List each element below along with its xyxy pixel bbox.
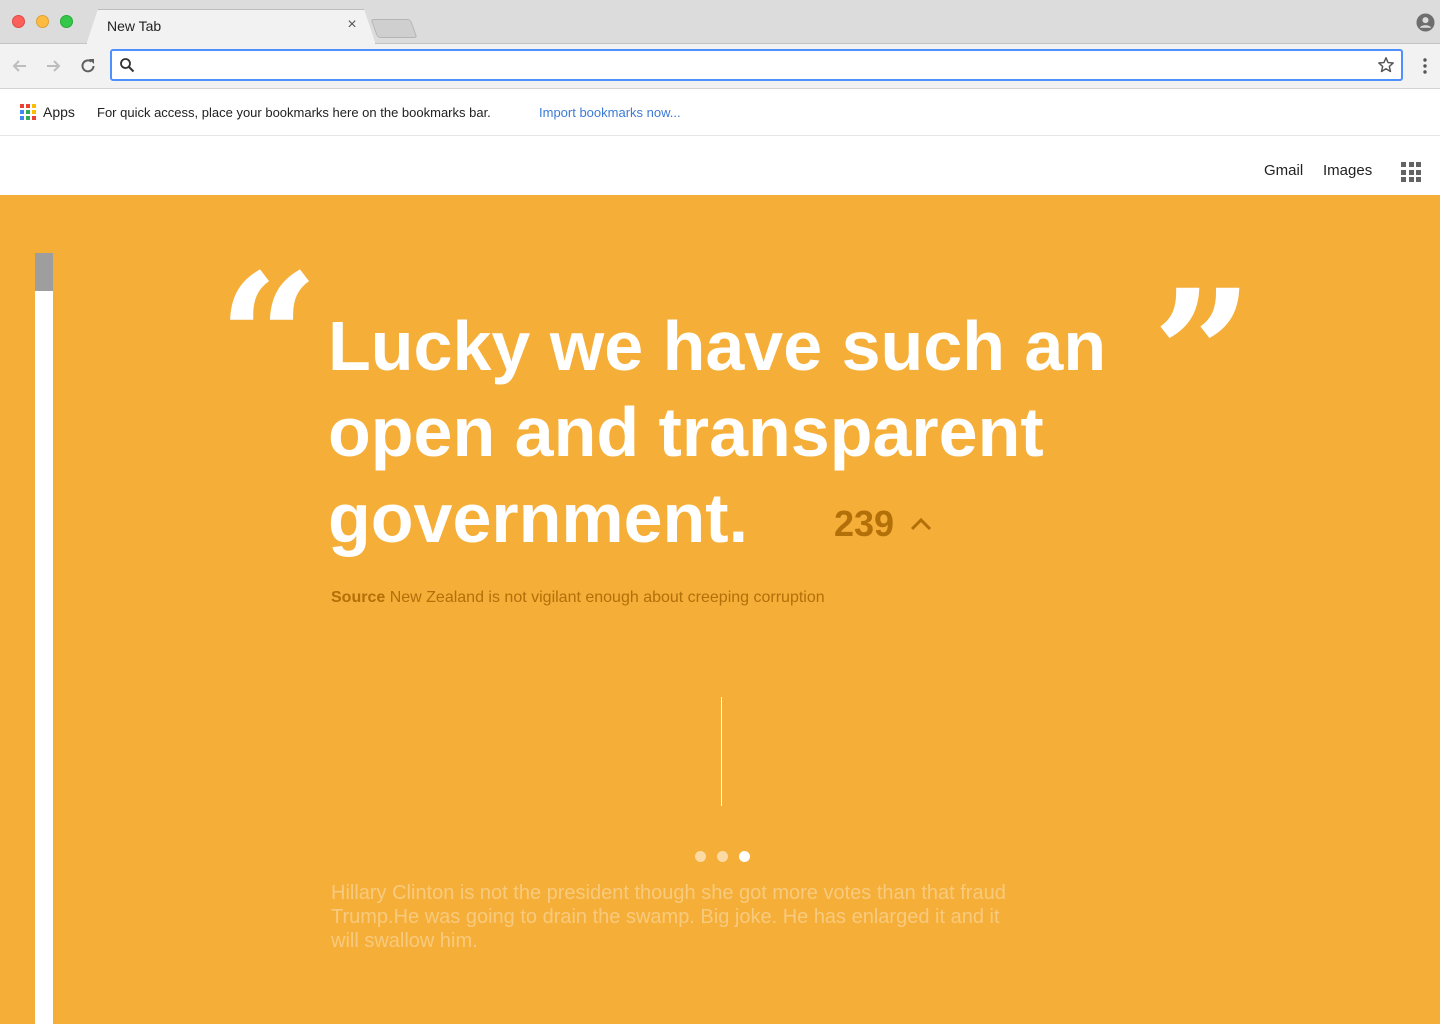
quote-line: government.	[328, 479, 749, 557]
reload-icon[interactable]	[78, 56, 98, 76]
quote-line: Lucky we have such an	[328, 307, 1107, 385]
tab-title: New Tab	[107, 18, 162, 34]
profile-icon[interactable]	[1416, 13, 1435, 32]
apps-bookmark-button[interactable]: Apps	[20, 103, 75, 121]
kebab-menu-icon[interactable]	[1418, 56, 1432, 76]
address-input[interactable]	[142, 55, 1362, 75]
quote-text: Lucky we have such an open and transpare…	[328, 303, 1168, 561]
source-label: Source	[331, 589, 386, 606]
images-link[interactable]: Images	[1323, 162, 1372, 179]
quote-line: open and transparent	[328, 393, 1044, 471]
pager-dot-active[interactable]	[739, 851, 750, 862]
close-window-button[interactable]	[12, 15, 25, 28]
arrow-right-icon[interactable]	[43, 56, 63, 76]
pager-dot[interactable]	[717, 851, 728, 862]
tab-close-button[interactable]: ×	[344, 16, 360, 34]
google-apps-icon[interactable]	[1401, 162, 1421, 182]
apps-grid-icon	[20, 104, 36, 120]
star-icon[interactable]	[1377, 56, 1395, 74]
apps-label: Apps	[43, 104, 75, 120]
next-quote-text: Hillary Clinton is not the president tho…	[331, 882, 1006, 952]
search-icon	[120, 58, 135, 73]
vertical-divider	[721, 697, 722, 806]
quote-panel: “ ” Lucky we have such an open and trans…	[0, 195, 1440, 1024]
vote-count: 239	[834, 503, 895, 544]
source-link[interactable]: New Zealand is not vigilant enough about…	[390, 589, 825, 606]
gmail-link[interactable]: Gmail	[1264, 162, 1303, 179]
google-header	[0, 136, 1440, 195]
scrollbar-thumb[interactable]	[35, 253, 53, 291]
bookmarks-hint: For quick access, place your bookmarks h…	[97, 105, 491, 120]
vote-widget: 239	[834, 503, 932, 544]
maximize-window-button[interactable]	[60, 15, 73, 28]
minimize-window-button[interactable]	[36, 15, 49, 28]
new-tab-button[interactable]	[370, 19, 418, 38]
quote-source: Source New Zealand is not vigilant enoug…	[331, 589, 825, 607]
scrollbar-track[interactable]	[35, 253, 53, 1024]
address-bar[interactable]	[110, 49, 1403, 81]
chevron-up-icon[interactable]	[910, 517, 932, 531]
arrow-left-icon[interactable]	[10, 56, 30, 76]
import-bookmarks-link[interactable]: Import bookmarks now...	[539, 105, 681, 120]
pager-dot[interactable]	[695, 851, 706, 862]
open-quote-mark: “	[218, 235, 320, 442]
pager-dots	[695, 851, 750, 862]
